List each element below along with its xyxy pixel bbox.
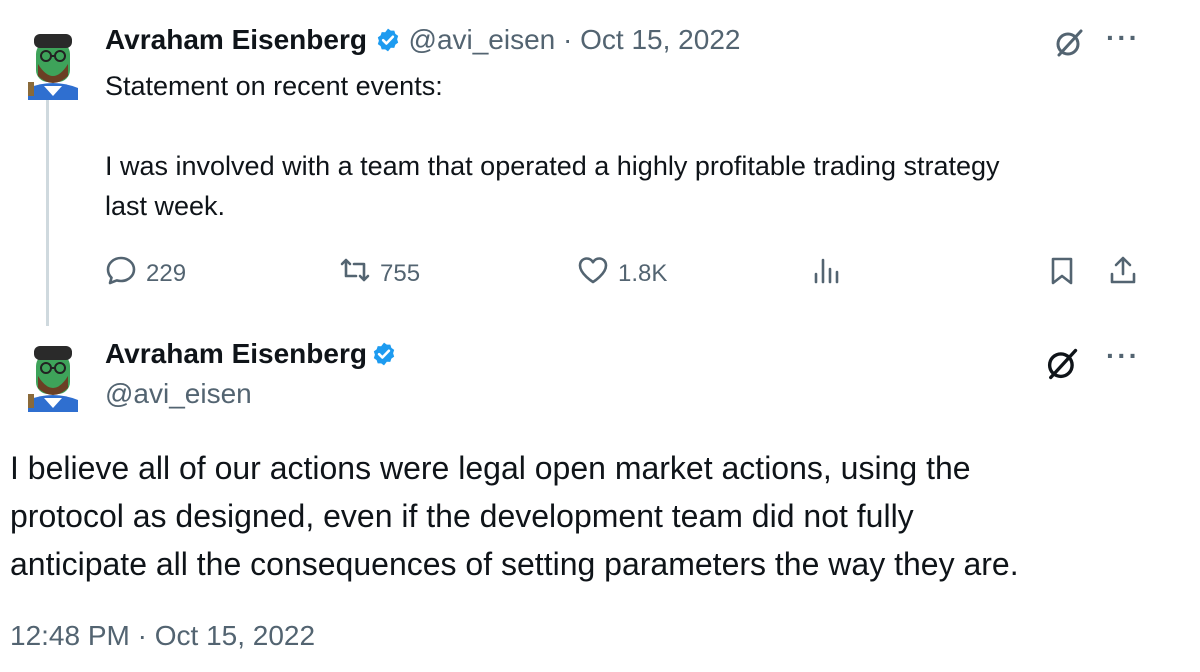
repost-icon: [338, 254, 372, 293]
tweet-text-line: protocol as designed, even if the develo…: [10, 498, 914, 534]
tweet-text: Statement on recent events: I was involv…: [105, 66, 1165, 226]
more-icon[interactable]: ···: [1106, 22, 1140, 54]
thread-line: [46, 100, 49, 326]
tweet-header: Avraham Eisenberg: [105, 338, 397, 370]
verified-badge-icon: [375, 27, 401, 53]
tweet-text: I believe all of our actions were legal …: [10, 444, 1190, 588]
more-icon[interactable]: ···: [1106, 340, 1140, 372]
grok-icon[interactable]: [1044, 346, 1080, 387]
views-icon[interactable]: [812, 256, 842, 291]
reply-button[interactable]: 229: [104, 254, 186, 293]
like-count: 1.8K: [618, 259, 668, 287]
bookmark-icon[interactable]: [1049, 255, 1075, 292]
avatar[interactable]: [22, 28, 82, 100]
tweet-date[interactable]: Oct 15, 2022: [580, 24, 740, 55]
tweet-text-line: I was involved with a team that operated…: [105, 151, 1000, 181]
tweet-text-line: Statement on recent events:: [105, 71, 443, 101]
verified-badge-icon: [371, 341, 397, 367]
avatar[interactable]: [22, 340, 82, 412]
like-button[interactable]: 1.8K: [576, 254, 667, 293]
grok-icon[interactable]: [1053, 27, 1085, 64]
tweet-header: Avraham Eisenberg @avi_eisen · Oct 15, 2…: [105, 24, 740, 56]
tweet-text-line: last week.: [105, 191, 226, 221]
repost-count: 755: [380, 259, 421, 287]
reply-icon: [104, 254, 138, 293]
repost-button[interactable]: 755: [338, 254, 420, 293]
author-handle[interactable]: @avi_eisen: [105, 378, 252, 410]
tweet-timestamp[interactable]: 12:48 PM · Oct 15, 2022: [10, 620, 315, 652]
tweet-text-line: anticipate all the consequences of setti…: [10, 546, 1019, 582]
separator: ·: [563, 24, 573, 55]
author-name[interactable]: Avraham Eisenberg: [105, 24, 367, 55]
author-name[interactable]: Avraham Eisenberg: [105, 338, 367, 369]
reply-count: 229: [146, 259, 187, 287]
share-icon[interactable]: [1108, 254, 1138, 291]
tweet-text-line: I believe all of our actions were legal …: [10, 450, 971, 486]
author-handle[interactable]: @avi_eisen: [409, 24, 556, 55]
like-icon: [576, 254, 610, 293]
